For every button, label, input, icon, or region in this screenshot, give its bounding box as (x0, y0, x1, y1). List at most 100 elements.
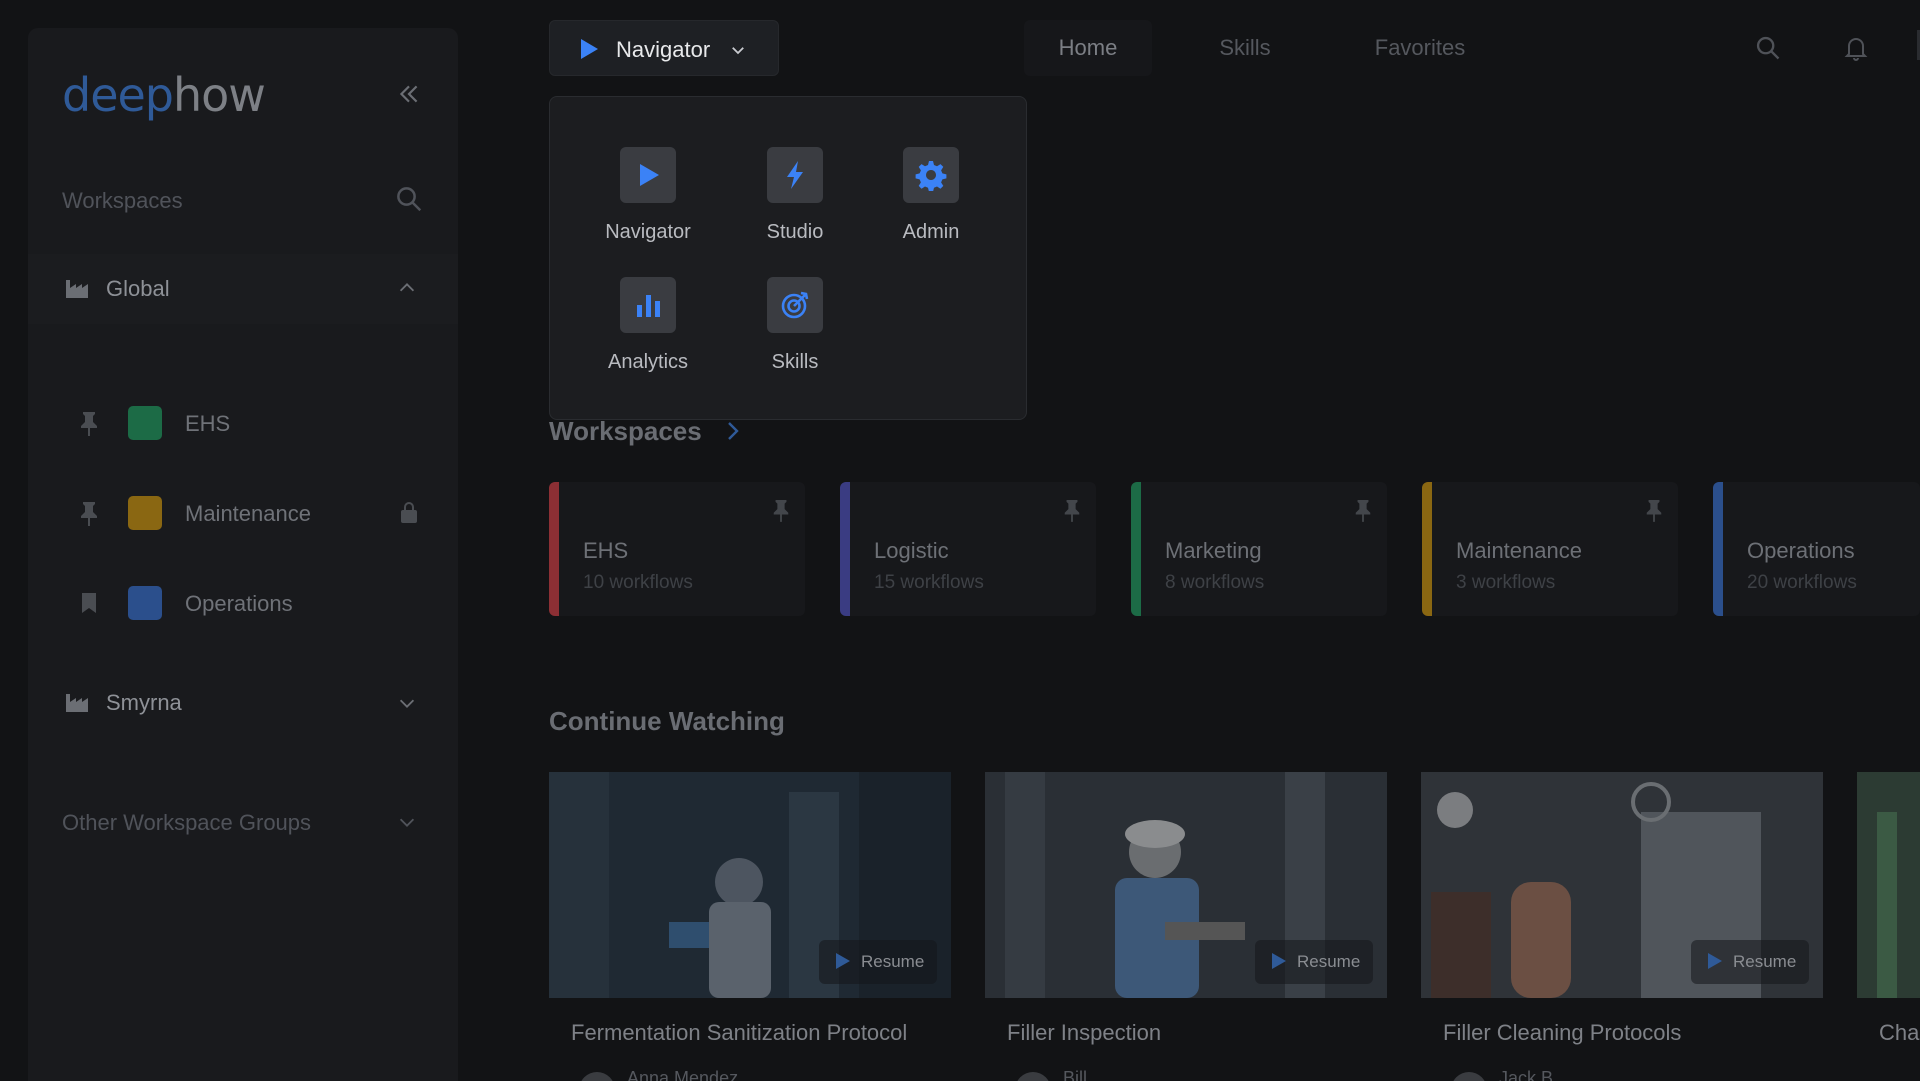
logo-part-how: how (173, 68, 266, 122)
video-card[interactable]: Resume Filler Inspection Bill (985, 772, 1387, 1081)
resume-label: Resume (1733, 952, 1797, 971)
pin-icon[interactable] (1062, 498, 1082, 522)
search-icon[interactable] (1754, 34, 1782, 62)
group-label: Global (106, 276, 170, 301)
app-tile-analytics[interactable]: Analytics (583, 227, 713, 373)
sidebar: deephow Workspaces Global EHS Maintenanc… (28, 28, 458, 1081)
workspace-card-count: 3 workflows (1456, 572, 1556, 593)
sidebar-item-maintenance[interactable]: Maintenance (28, 482, 458, 542)
bell-icon[interactable] (1844, 34, 1868, 62)
play-icon (1708, 953, 1722, 969)
app-menu-dropdown: Navigator Studio Admin Analytics Skills (549, 96, 1027, 420)
workspace-card-marketing[interactable]: Marketing 8 workflows (1131, 482, 1387, 616)
workspace-card-maintenance[interactable]: Maintenance 3 workflows (1422, 482, 1678, 616)
video-title: Fermentation Sanitization Protocol (571, 1020, 908, 1045)
workspace-color-swatch (128, 496, 162, 530)
app-tile-icon-box (620, 277, 676, 333)
pin-icon[interactable] (78, 500, 100, 526)
sidebar-item-operations[interactable]: Operations (28, 572, 458, 632)
video-card[interactable]: Resume Filler Cleaning Protocols Jack B (1421, 772, 1823, 1081)
video-title: Filler Inspection (1007, 1020, 1162, 1045)
sidebar-item-label: EHS (185, 411, 231, 436)
avatar (1015, 1072, 1051, 1081)
continue-watching-title: Continue Watching (549, 706, 785, 736)
tab-home[interactable]: Home (1024, 20, 1152, 76)
workspace-color-swatch (128, 406, 162, 440)
workspace-card-count: 10 workflows (583, 572, 693, 593)
app-switcher-button[interactable]: Navigator (549, 20, 779, 76)
search-icon[interactable] (394, 184, 424, 214)
workspace-card-ehs[interactable]: EHS 10 workflows (549, 482, 805, 616)
bar-chart-icon (637, 295, 660, 317)
play-icon (836, 953, 850, 969)
workspace-color-stripe (1422, 482, 1432, 616)
app-tile-label: Skills (771, 351, 819, 373)
workspace-card-logistic[interactable]: Logistic 15 workflows (840, 482, 1096, 616)
workspace-card-count: 8 workflows (1165, 572, 1265, 593)
video-card[interactable]: Cha (1857, 772, 1920, 1081)
collapse-sidebar-icon[interactable] (396, 81, 422, 107)
other-workspace-groups[interactable]: Other Workspace Groups (62, 810, 311, 836)
chevron-down-icon (732, 47, 744, 55)
pin-icon[interactable] (1353, 498, 1373, 522)
factory-icon (66, 694, 88, 712)
bookmark-icon[interactable] (78, 590, 100, 616)
video-title: Cha (1879, 1020, 1920, 1045)
app-tile-icon-box (767, 147, 823, 203)
workspace-card-count: 20 workflows (1747, 572, 1857, 593)
resume-label: Resume (1297, 952, 1361, 971)
sidebar-item-label: Operations (185, 591, 293, 616)
app-tile-label: Analytics (607, 351, 689, 373)
group-smyrna[interactable]: Smyrna (28, 672, 458, 732)
workspace-color-stripe (840, 482, 850, 616)
group-global[interactable]: Global (28, 254, 458, 324)
app-tile-skills[interactable]: Skills (730, 227, 860, 373)
app-tile-icon-box (767, 277, 823, 333)
workspace-card-title: Maintenance (1456, 538, 1582, 563)
tab-favorites[interactable]: Favorites (1360, 20, 1480, 76)
resume-button[interactable]: Resume (1255, 940, 1373, 984)
app-tile-icon-box (620, 147, 676, 203)
workspace-color-stripe (1131, 482, 1141, 616)
target-icon (781, 291, 809, 319)
app-tile-label: Admin (902, 221, 960, 243)
play-icon (640, 164, 659, 186)
workspace-color-swatch (128, 586, 162, 620)
deephow-logo[interactable]: deephow (62, 68, 266, 122)
avatar (579, 1072, 615, 1081)
play-icon (581, 39, 598, 59)
bolt-icon (787, 161, 803, 189)
resume-button[interactable]: Resume (819, 940, 937, 984)
chevron-down-icon[interactable] (396, 811, 418, 833)
workspace-card-title: Operations (1747, 538, 1855, 563)
video-title: Filler Cleaning Protocols (1443, 1020, 1682, 1045)
factory-icon (66, 280, 88, 298)
workspaces-section-title[interactable]: Workspaces (549, 416, 702, 447)
video-author: Anna Mendez (627, 1068, 739, 1081)
tab-skills[interactable]: Skills (1200, 20, 1290, 76)
workspace-card-title: EHS (583, 538, 629, 563)
gear-icon (915, 161, 947, 191)
pin-icon[interactable] (771, 498, 791, 522)
sidebar-item-ehs[interactable]: EHS (28, 392, 458, 452)
chevron-down-icon[interactable] (396, 692, 418, 714)
video-card[interactable]: Resume Fermentation Sanitization Protoco… (549, 772, 951, 1081)
workspace-card-operations[interactable]: Operations 20 workflows (1713, 482, 1920, 616)
chevron-right-icon[interactable] (724, 418, 742, 444)
sidebar-item-label: Maintenance (185, 501, 311, 526)
app-tile-icon-box (903, 147, 959, 203)
workspaces-search-label: Workspaces (62, 188, 183, 213)
resume-label: Resume (861, 952, 925, 971)
workspace-card-title: Marketing (1165, 538, 1262, 563)
pin-icon[interactable] (78, 410, 100, 436)
chevron-up-icon[interactable] (396, 277, 418, 299)
pin-icon[interactable] (1644, 498, 1664, 522)
video-author: Bill (1063, 1068, 1088, 1081)
app-tile-admin[interactable]: Admin (866, 97, 996, 243)
app-tile-studio[interactable]: Studio (730, 97, 860, 243)
app-tile-navigator[interactable]: Navigator (583, 97, 713, 243)
video-thumbnail (1857, 772, 1920, 998)
video-author: Jack B (1499, 1068, 1554, 1081)
avatar (1451, 1072, 1487, 1081)
resume-button[interactable]: Resume (1691, 940, 1809, 984)
